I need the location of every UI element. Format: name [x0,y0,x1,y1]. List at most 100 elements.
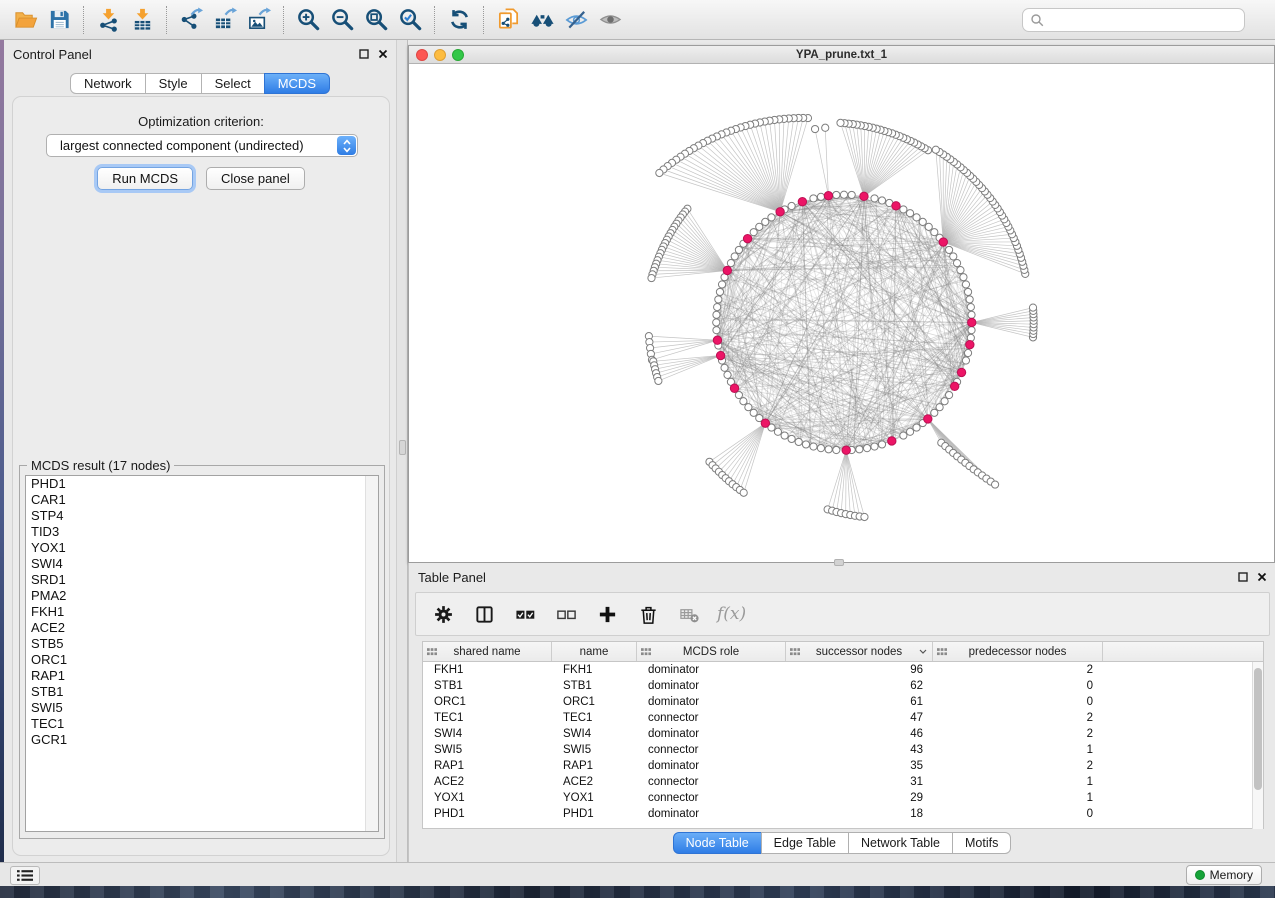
cell-predecessor-nodes[interactable]: 1 [933,774,1103,790]
cell-predecessor-nodes[interactable]: 0 [933,694,1103,710]
table-row[interactable]: FKH1FKH1dominator962 [423,662,1263,678]
cell-name[interactable]: FKH1 [552,662,637,678]
table-scrollbar[interactable] [1252,662,1263,829]
zoom-out-icon[interactable] [325,5,359,35]
mcds-result-item[interactable]: ORC1 [26,652,378,668]
export-table-icon[interactable] [208,5,242,35]
cell-successor-nodes[interactable]: 43 [786,742,933,758]
table-row[interactable]: ACE2ACE2connector311 [423,774,1263,790]
cell-successor-nodes[interactable]: 62 [786,678,933,694]
cell-shared-name[interactable]: ORC1 [423,694,552,710]
cell-shared-name[interactable]: STB1 [423,678,552,694]
mcds-result-item[interactable]: ACE2 [26,620,378,636]
table-row[interactable]: ORC1ORC1dominator610 [423,694,1263,710]
task-history-button[interactable] [10,866,40,885]
cell-successor-nodes[interactable]: 35 [786,758,933,774]
add-column-icon[interactable] [594,601,620,627]
show-all-icon[interactable] [593,5,627,35]
export-network-icon[interactable] [174,5,208,35]
column-header-successor-nodes[interactable]: successor nodes [786,642,933,661]
cell-successor-nodes[interactable]: 96 [786,662,933,678]
delete-columns-icon[interactable] [635,601,661,627]
copy-network-icon[interactable] [491,5,525,35]
table-row[interactable]: YOX1YOX1connector291 [423,790,1263,806]
search-field[interactable] [1022,8,1245,32]
export-image-icon[interactable] [242,5,276,35]
mcds-result-item[interactable]: YOX1 [26,540,378,556]
column-header-predecessor-nodes[interactable]: predecessor nodes [933,642,1103,661]
mcds-result-item[interactable]: GCR1 [26,732,378,748]
cell-successor-nodes[interactable]: 31 [786,774,933,790]
cell-MCDS-role[interactable]: dominator [637,758,786,774]
tab-motifs[interactable]: Motifs [952,832,1011,854]
memory-button[interactable]: Memory [1186,865,1262,885]
run-mcds-button[interactable]: Run MCDS [97,167,193,190]
mcds-result-item[interactable]: SWI4 [26,556,378,572]
mcds-result-item[interactable]: PHD1 [26,476,378,492]
mcds-result-item[interactable]: SWI5 [26,700,378,716]
refresh-icon[interactable] [442,5,476,35]
delete-table-icon[interactable] [676,601,702,627]
save-session-icon[interactable] [42,5,76,35]
columns-icon[interactable] [471,601,497,627]
close-panel-icon[interactable] [378,49,388,59]
column-header-name[interactable]: name [552,642,637,661]
import-network-icon[interactable] [91,5,125,35]
cell-MCDS-role[interactable]: connector [637,774,786,790]
cell-MCDS-role[interactable]: connector [637,742,786,758]
splitter-grip[interactable] [399,440,406,455]
cell-shared-name[interactable]: YOX1 [423,790,552,806]
hide-selected-icon[interactable] [559,5,593,35]
cell-predecessor-nodes[interactable]: 2 [933,726,1103,742]
cell-MCDS-role[interactable]: dominator [637,678,786,694]
zoom-fit-icon[interactable] [359,5,393,35]
table-row[interactable]: TEC1TEC1connector472 [423,710,1263,726]
cell-name[interactable]: STB1 [552,678,637,694]
table-scrollbar-thumb[interactable] [1254,668,1262,790]
float-panel-icon[interactable] [1238,572,1248,582]
tab-network[interactable]: Network [70,73,146,94]
function-builder-icon[interactable]: f(x) [717,604,746,624]
cell-predecessor-nodes[interactable]: 2 [933,662,1103,678]
import-table-icon[interactable] [125,5,159,35]
column-header-shared-name[interactable]: shared name [423,642,552,661]
mcds-list-scrollbar[interactable] [365,476,378,831]
mcds-result-item[interactable]: TID3 [26,524,378,540]
close-panel-icon[interactable] [1257,572,1267,582]
cell-shared-name[interactable]: RAP1 [423,758,552,774]
cell-successor-nodes[interactable]: 18 [786,806,933,822]
cell-name[interactable]: ORC1 [552,694,637,710]
cell-MCDS-role[interactable]: dominator [637,694,786,710]
cell-successor-nodes[interactable]: 29 [786,790,933,806]
window-close-icon[interactable] [416,49,428,61]
mcds-result-item[interactable]: STB5 [26,636,378,652]
cell-MCDS-role[interactable]: dominator [637,806,786,822]
cell-MCDS-role[interactable]: connector [637,790,786,806]
mcds-result-item[interactable]: STP4 [26,508,378,524]
zoom-selected-icon[interactable] [393,5,427,35]
cell-MCDS-role[interactable]: connector [637,710,786,726]
table-row[interactable]: SWI4SWI4dominator462 [423,726,1263,742]
table-row[interactable]: SWI5SWI5connector431 [423,742,1263,758]
mcds-result-item[interactable]: TEC1 [26,716,378,732]
cell-MCDS-role[interactable]: dominator [637,726,786,742]
cell-name[interactable]: YOX1 [552,790,637,806]
cell-name[interactable]: PHD1 [552,806,637,822]
cell-successor-nodes[interactable]: 61 [786,694,933,710]
network-graph[interactable] [409,64,1274,562]
gear-icon[interactable] [430,601,456,627]
cell-shared-name[interactable]: PHD1 [423,806,552,822]
cell-shared-name[interactable]: ACE2 [423,774,552,790]
tab-select[interactable]: Select [201,73,265,94]
cell-MCDS-role[interactable]: dominator [637,662,786,678]
deselect-all-icon[interactable] [553,601,579,627]
mcds-result-item[interactable]: PMA2 [26,588,378,604]
cell-predecessor-nodes[interactable]: 2 [933,710,1103,726]
table-row[interactable]: PHD1PHD1dominator180 [423,806,1263,822]
select-all-icon[interactable] [512,601,538,627]
table-row[interactable]: RAP1RAP1dominator352 [423,758,1263,774]
cell-predecessor-nodes[interactable]: 0 [933,806,1103,822]
cell-name[interactable]: TEC1 [552,710,637,726]
open-session-icon[interactable] [8,5,42,35]
network-window-titlebar[interactable]: YPA_prune.txt_1 [409,46,1274,64]
